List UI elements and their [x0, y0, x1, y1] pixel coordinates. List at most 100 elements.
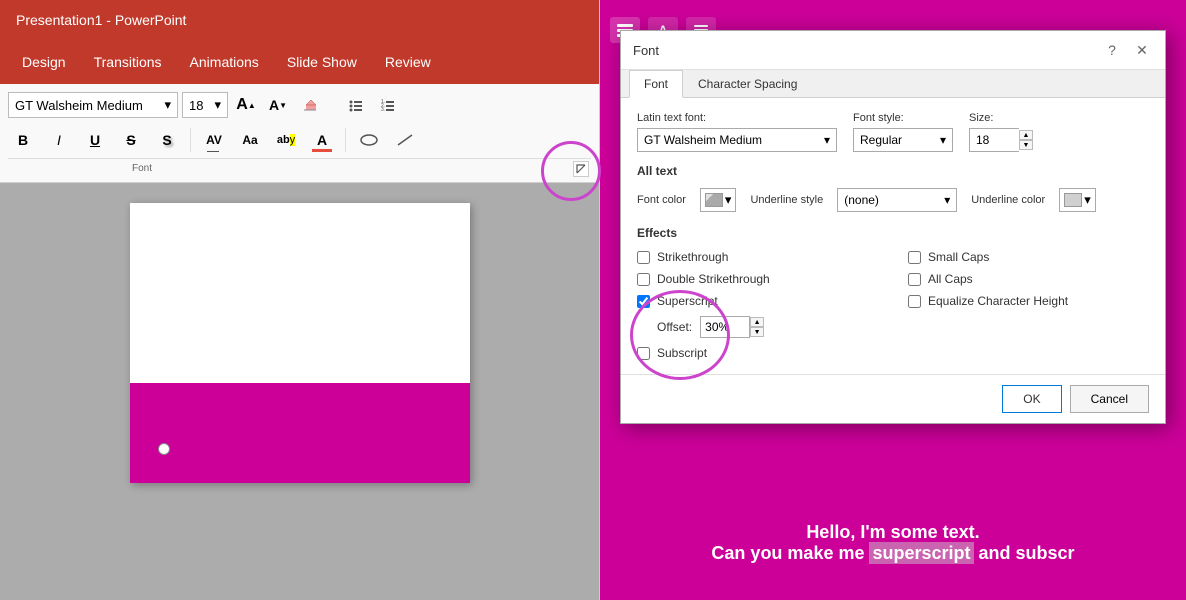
italic-button[interactable]: I — [44, 126, 74, 154]
line-button[interactable] — [390, 126, 420, 154]
double-strikethrough-row: Double Strikethrough — [637, 272, 878, 286]
small-caps-row: Small Caps — [908, 250, 1149, 264]
offset-label: Offset: — [657, 320, 692, 334]
menu-animations[interactable]: Animations — [176, 46, 273, 78]
ab-button[interactable]: aby — [271, 126, 301, 154]
small-caps-label[interactable]: Small Caps — [928, 250, 989, 264]
font-size-spinner: ▲ ▼ — [1019, 130, 1033, 150]
font-form-row: Latin text font: GT Walsheim Medium ▾ Fo… — [637, 112, 1149, 152]
bullet-list-button[interactable] — [342, 92, 370, 118]
equalize-row: Equalize Character Height — [908, 294, 1149, 308]
font-color-swatch — [705, 193, 723, 207]
offset-row: Offset: 30% ▲ ▼ — [637, 316, 878, 338]
menu-bar: Design Transitions Animations Slide Show… — [0, 40, 599, 84]
dialog-titlebar: Font ? ✕ — [621, 31, 1165, 70]
slide-circle-handle — [158, 443, 170, 455]
menu-transitions[interactable]: Transitions — [80, 46, 176, 78]
underline-color-swatch — [1064, 193, 1082, 207]
subscript-row: Subscript — [637, 346, 878, 360]
font-style-input[interactable]: Regular ▾ — [853, 128, 953, 152]
font-size-up[interactable]: ▲ — [1019, 130, 1033, 140]
font-size-group: Size: 18 ▲ ▼ — [969, 112, 1033, 152]
equalize-label[interactable]: Equalize Character Height — [928, 294, 1068, 308]
font-style-value: Regular — [860, 133, 902, 147]
oval-button[interactable] — [354, 126, 384, 154]
underline-button[interactable]: U — [80, 126, 110, 154]
latin-font-input[interactable]: GT Walsheim Medium ▾ — [637, 128, 837, 152]
title-bar: Presentation1 - PowerPoint — [0, 0, 599, 40]
double-strikethrough-label[interactable]: Double Strikethrough — [657, 272, 770, 286]
tab-font[interactable]: Font — [629, 70, 683, 98]
font-size-dialog-value: 18 — [976, 133, 989, 147]
superscript-checkbox[interactable] — [637, 295, 650, 308]
font-color-button[interactable]: A — [307, 126, 337, 154]
strikethrough-label[interactable]: Strikethrough — [657, 250, 728, 264]
powerpoint-panel: Presentation1 - PowerPoint Design Transi… — [0, 0, 600, 600]
underline-style-value: (none) — [844, 193, 879, 207]
font-size-input[interactable]: 18 — [969, 128, 1019, 152]
bold-button[interactable]: B — [8, 126, 38, 154]
font-dialog: Font ? ✕ Font Character Spacing Latin te… — [620, 30, 1166, 424]
offset-spinner: ▲ ▼ — [750, 317, 764, 337]
all-text-header: All text — [637, 164, 1149, 178]
strikethrough-button[interactable]: S — [116, 126, 146, 154]
font-size-down[interactable]: ▼ — [1019, 140, 1033, 150]
offset-input[interactable]: 30% — [700, 316, 750, 338]
font-color-arrow: ▾ — [725, 192, 732, 208]
dialog-footer: OK Cancel — [621, 374, 1165, 423]
small-caps-checkbox[interactable] — [908, 251, 921, 264]
font-name-dropdown[interactable]: GT Walsheim Medium ▾ — [8, 92, 178, 118]
shadow-button[interactable]: S — [152, 126, 182, 154]
font-size-dropdown[interactable]: 18 ▾ — [182, 92, 228, 118]
decrease-font-button[interactable]: A▼ — [264, 92, 292, 118]
menu-slideshow[interactable]: Slide Show — [273, 46, 371, 78]
double-strikethrough-checkbox[interactable] — [637, 273, 650, 286]
offset-down[interactable]: ▼ — [750, 327, 764, 337]
strikethrough-row: Strikethrough — [637, 250, 878, 264]
font-section-label: Font — [12, 163, 272, 174]
subscript-checkbox[interactable] — [637, 347, 650, 360]
all-caps-label[interactable]: All Caps — [928, 272, 973, 286]
dialog-close-button[interactable]: ✕ — [1131, 39, 1153, 61]
ribbon-expand-button[interactable] — [573, 161, 589, 177]
clear-formatting-button[interactable] — [296, 92, 324, 118]
all-caps-checkbox[interactable] — [908, 273, 921, 286]
underline-color-label: Underline color — [971, 194, 1045, 206]
cancel-button[interactable]: Cancel — [1070, 385, 1149, 413]
slide-text-line2: Can you make me superscript and subscr — [711, 543, 1074, 564]
dialog-help-button[interactable]: ? — [1101, 39, 1123, 61]
slide-text-line2-start: Can you make me — [711, 543, 869, 563]
font-color-button[interactable]: ▾ — [700, 188, 737, 212]
equalize-checkbox[interactable] — [908, 295, 921, 308]
font-name-value: GT Walsheim Medium — [15, 98, 143, 113]
font-name-arrow: ▾ — [164, 97, 171, 113]
ok-button[interactable]: OK — [1002, 385, 1061, 413]
dialog-title: Font — [633, 43, 659, 58]
offset-up[interactable]: ▲ — [750, 317, 764, 327]
menu-design[interactable]: Design — [8, 46, 80, 78]
slide-text-line1: Hello, I'm some text. — [711, 522, 1074, 543]
latin-font-group: Latin text font: GT Walsheim Medium ▾ — [637, 112, 837, 152]
font-style-label: Font style: — [853, 112, 953, 124]
underline-style-input[interactable]: (none) ▾ — [837, 188, 957, 212]
subscript-label[interactable]: Subscript — [657, 346, 707, 360]
offset-value: 30% — [705, 320, 729, 334]
dialog-controls: ? ✕ — [1101, 39, 1153, 61]
superscript-label[interactable]: Superscript — [657, 294, 718, 308]
offset-input-group: 30% ▲ ▼ — [700, 316, 764, 338]
aa-button[interactable]: Aa — [235, 126, 265, 154]
strikethrough-checkbox[interactable] — [637, 251, 650, 264]
underline-color-button[interactable]: ▾ — [1059, 188, 1096, 212]
increase-font-button[interactable]: A▲ — [232, 92, 260, 118]
menu-review[interactable]: Review — [371, 46, 445, 78]
font-size-label: Size: — [969, 112, 1033, 124]
ribbon: GT Walsheim Medium ▾ 18 ▾ A▲ A▼ — [0, 84, 599, 183]
dialog-tabs: Font Character Spacing — [621, 70, 1165, 98]
all-caps-row: All Caps — [908, 272, 1149, 286]
av-spacing-button[interactable]: AV — [199, 126, 229, 154]
effects-header: Effects — [637, 226, 1149, 240]
numbered-list-button[interactable]: 1. 2. 3. — [374, 92, 402, 118]
ribbon-section-bar: Font — [8, 158, 591, 178]
slide-bottom-text-area: Hello, I'm some text. Can you make me su… — [600, 485, 1186, 600]
tab-character-spacing[interactable]: Character Spacing — [683, 70, 812, 98]
